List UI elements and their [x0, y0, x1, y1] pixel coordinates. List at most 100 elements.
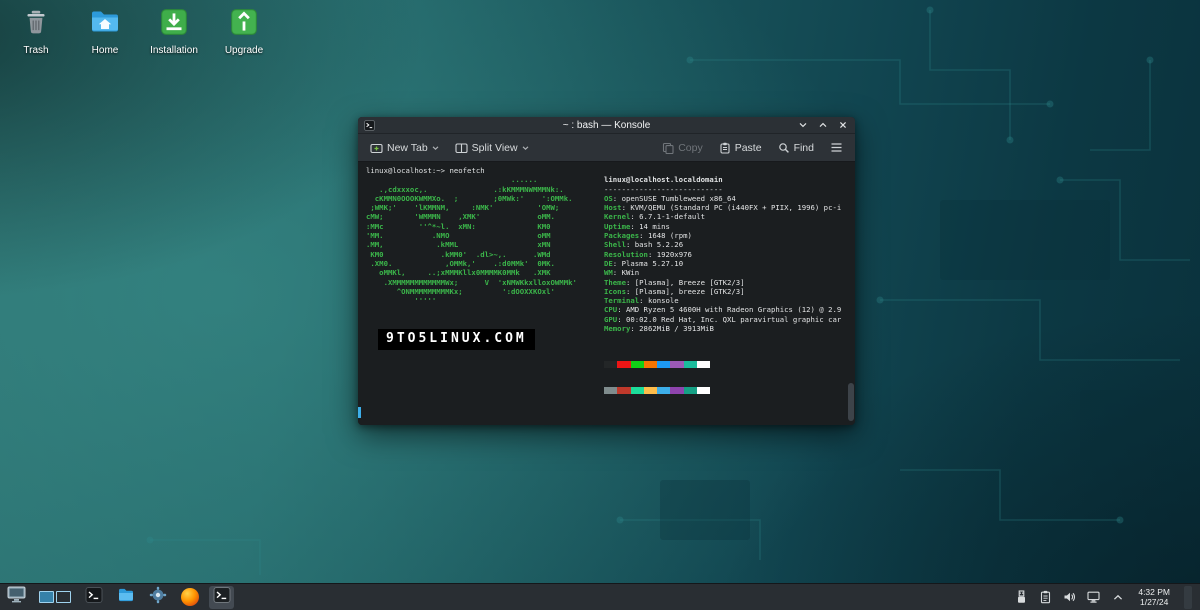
- tray-expander-caret-up-icon[interactable]: [1110, 588, 1125, 606]
- terminal-area[interactable]: linux@localhost:~> neofetch ...... .,cdx…: [358, 162, 855, 425]
- new-tab-button[interactable]: New Tab: [364, 138, 445, 158]
- device-notifier-icon[interactable]: [1014, 588, 1029, 606]
- neofetch-title: linux@localhost.localdomain: [604, 175, 723, 185]
- desktop-icon-label: Upgrade: [224, 45, 264, 56]
- palette-swatch: [604, 386, 618, 394]
- find-label: Find: [793, 141, 814, 154]
- desktop-icon-trash[interactable]: Trash: [3, 7, 69, 56]
- desktop-icon-home[interactable]: Home: [72, 7, 138, 56]
- task-system-settings[interactable]: [145, 586, 170, 609]
- find-button[interactable]: Find: [772, 138, 820, 158]
- scroll-position-indicator: [358, 407, 361, 418]
- palette-swatch: [670, 386, 684, 394]
- palette-swatch: [630, 360, 644, 368]
- desktop-icon-upgrade[interactable]: Upgrade: [211, 7, 277, 56]
- neofetch-entry: Theme: [Plasma], Breeze [GTK2/3]: [604, 277, 745, 287]
- clipboard-icon[interactable]: [1038, 588, 1053, 606]
- palette-swatch: [683, 386, 697, 394]
- neofetch-entry: Kernel: 6.7.1-1-default: [604, 212, 706, 222]
- palette-swatch: [683, 360, 697, 368]
- system-tray: 4:32 PM 1/27/24: [1014, 585, 1196, 609]
- neofetch-entry: GPU: 00:02.0 Red Hat, Inc. QXL paravirtu…: [604, 314, 842, 324]
- close-button[interactable]: [837, 120, 848, 131]
- desktop-icon-installation[interactable]: Installation: [141, 7, 207, 56]
- paste-label: Paste: [734, 141, 762, 154]
- pager-desktop-2[interactable]: [56, 591, 71, 603]
- neofetch-entry: Icons: [Plasma], breeze [GTK2/3]: [604, 286, 745, 296]
- task-konsole-active[interactable]: [209, 585, 234, 609]
- minimize-button[interactable]: [797, 120, 808, 131]
- desktop-icon-label: Trash: [23, 45, 49, 56]
- dolphin-icon: [117, 586, 135, 609]
- neofetch-entry: CPU: AMD Ryzen 5 4600H with Radeon Graph…: [604, 305, 842, 315]
- hamburger-icon: [830, 142, 843, 153]
- chevron-down-icon: [522, 145, 529, 151]
- neofetch-entry: DE: Plasma 5.27.10: [604, 258, 684, 268]
- konsole-app-icon: [364, 119, 375, 131]
- copy-button[interactable]: Copy: [656, 138, 709, 158]
- konsole-icon: [213, 586, 231, 609]
- palette-swatch: [604, 360, 618, 368]
- paste-icon: [719, 142, 731, 154]
- copy-label: Copy: [678, 141, 703, 154]
- clock-time: 4:32 PM: [1138, 586, 1170, 597]
- scrollbar-thumb[interactable]: [848, 383, 854, 421]
- neofetch-entry: Shell: bash 5.2.26: [604, 240, 684, 250]
- trash-icon: [21, 7, 51, 37]
- palette-row-1: [604, 360, 710, 368]
- palette-swatch: [630, 386, 644, 394]
- search-icon: [778, 142, 790, 154]
- terminal-app-icon: [85, 586, 103, 609]
- upgrade-icon: [229, 7, 259, 37]
- display-icon[interactable]: [1086, 588, 1101, 606]
- palette-swatch: [657, 360, 671, 368]
- home-folder-icon: [90, 7, 120, 37]
- chevron-down-icon: [432, 145, 439, 151]
- neofetch-entry: OS: openSUSE Tumbleweed x86_64: [604, 193, 736, 203]
- task-dolphin[interactable]: [113, 586, 138, 609]
- neofetch-entry: Resolution: 1920x976: [604, 249, 692, 259]
- palette-swatch: [696, 386, 710, 394]
- palette-swatch: [670, 360, 684, 368]
- pager-desktop-1[interactable]: [39, 591, 54, 603]
- neofetch-separator: ---------------------------: [604, 184, 723, 194]
- palette-swatch: [643, 386, 657, 394]
- app-launcher-button[interactable]: [4, 586, 29, 609]
- split-view-icon: [455, 142, 468, 154]
- launcher-icon: [7, 586, 26, 608]
- hamburger-menu-button[interactable]: [824, 138, 849, 157]
- window-titlebar[interactable]: ~ : bash — Konsole: [358, 117, 855, 134]
- new-tab-icon: [370, 142, 383, 154]
- digital-clock[interactable]: 4:32 PM 1/27/24: [1138, 587, 1170, 607]
- konsole-window: ~ : bash — Konsole New Tab Split View Co…: [358, 117, 855, 425]
- clock-date: 1/27/24: [1139, 597, 1169, 607]
- split-view-button[interactable]: Split View: [449, 138, 535, 158]
- firefox-icon: [180, 588, 199, 606]
- prompt: linux@localhost:~>: [366, 166, 446, 175]
- neofetch-command-line: linux@localhost:~> neofetch: [366, 166, 847, 175]
- installation-icon: [159, 7, 189, 37]
- taskbar: 4:32 PM 1/27/24: [0, 583, 1200, 610]
- neofetch-output: ...... .,cdxxxoc,. .:kKMMMNWMMMNk:. cKMM…: [366, 175, 847, 412]
- paste-button[interactable]: Paste: [713, 138, 768, 158]
- virtual-desktop-pager[interactable]: [36, 586, 74, 609]
- window-controls: [797, 120, 855, 131]
- palette-swatch: [657, 386, 671, 394]
- maximize-button[interactable]: [817, 120, 828, 131]
- desktop-icon-label: Installation: [150, 45, 198, 56]
- neofetch-entry: Uptime: 14 mins: [604, 221, 670, 231]
- show-desktop-edge[interactable]: [1184, 585, 1192, 609]
- neofetch-entry: WM: KWin: [604, 268, 640, 278]
- command-text: neofetch: [449, 166, 485, 175]
- window-title: ~ : bash — Konsole: [562, 119, 651, 131]
- neofetch-ascii-art: ...... .,cdxxxoc,. .:kKMMMNWMMMNk:. cKMM…: [366, 175, 577, 306]
- task-terminal[interactable]: [81, 586, 106, 609]
- desktop-icon-label: Home: [91, 45, 119, 56]
- palette-swatch: [643, 360, 657, 368]
- neofetch-entry: Terminal: konsole: [604, 296, 679, 306]
- volume-icon[interactable]: [1062, 588, 1077, 606]
- task-firefox[interactable]: [177, 586, 202, 609]
- neofetch-entry: Packages: 1648 (rpm): [604, 231, 692, 241]
- neofetch-art-column: ...... .,cdxxxoc,. .:kKMMMNWMMMNk:. cKMM…: [366, 175, 604, 350]
- terminal-scrollbar[interactable]: [847, 164, 854, 423]
